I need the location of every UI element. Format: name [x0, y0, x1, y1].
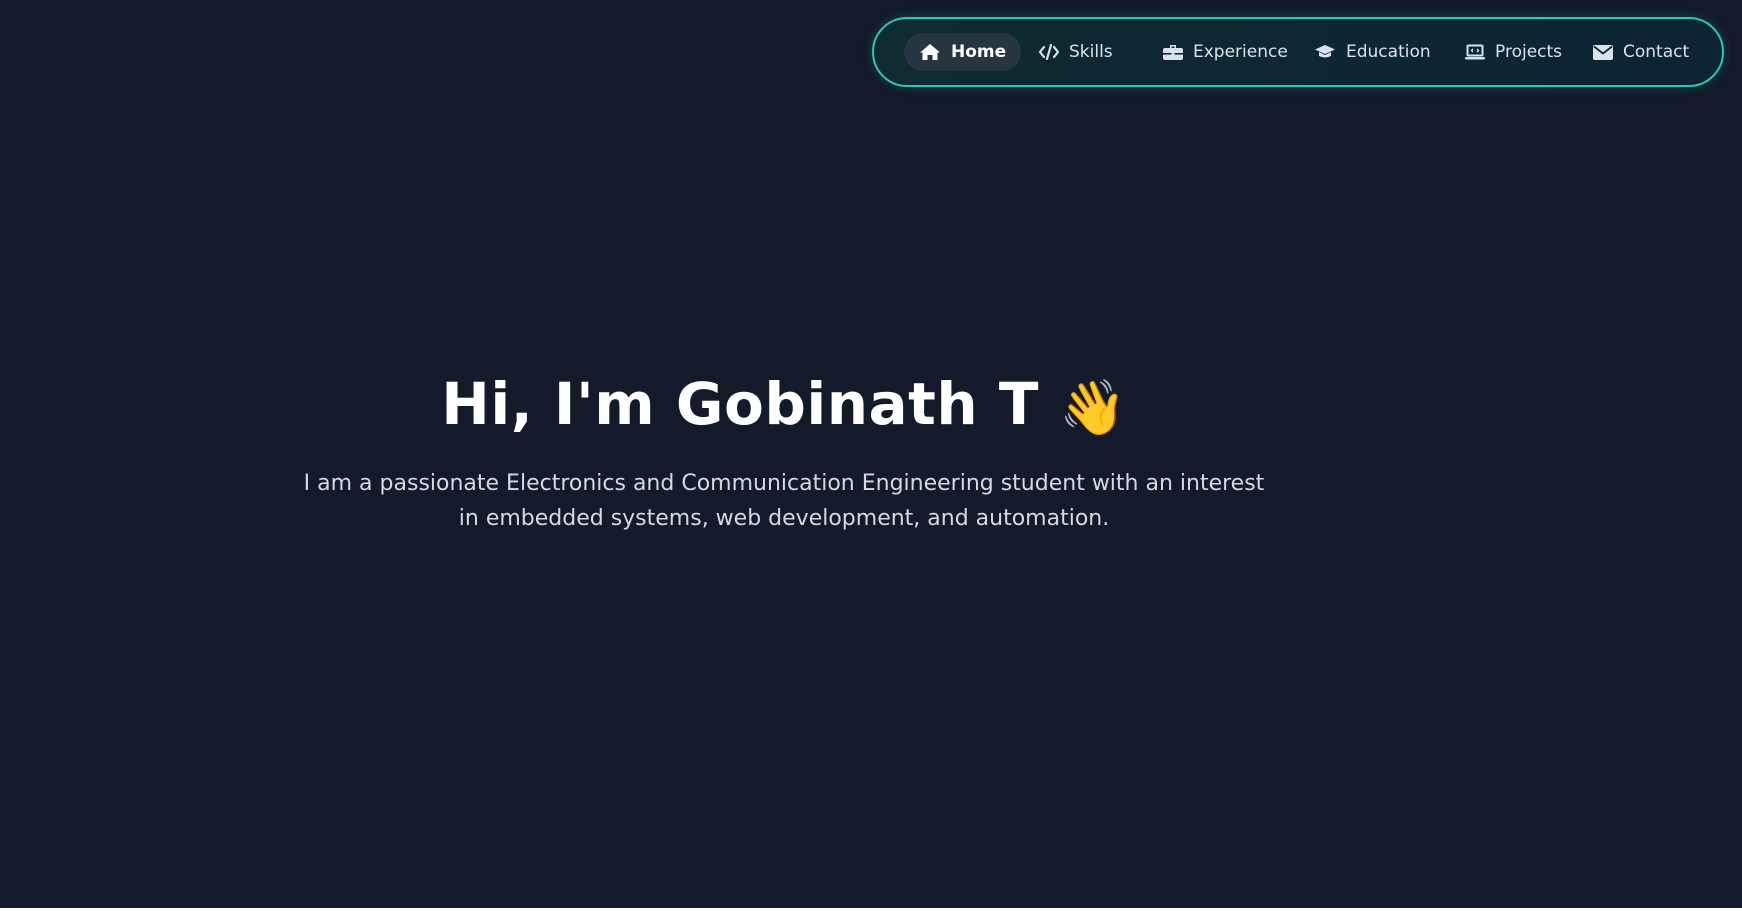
nav-contact[interactable]: Contact: [1578, 33, 1704, 71]
home-icon: [919, 43, 941, 61]
nav-home[interactable]: Home: [904, 33, 1022, 71]
hero-title: Hi, I'm Gobinath T 👋: [0, 370, 1568, 440]
nav-experience[interactable]: Experience: [1148, 33, 1303, 71]
envelope-icon: [1593, 44, 1613, 60]
nav-education-label: Education: [1346, 42, 1431, 62]
graduation-cap-icon: [1314, 44, 1336, 60]
nav-contact-label: Contact: [1623, 42, 1690, 62]
hero-title-text: Hi, I'm Gobinath T: [441, 370, 1039, 438]
laptop-code-icon: [1465, 44, 1485, 61]
nav-home-label: Home: [951, 42, 1007, 62]
nav-education[interactable]: Education: [1299, 33, 1446, 71]
nav-projects-label: Projects: [1495, 42, 1563, 62]
nav-projects[interactable]: Projects: [1450, 33, 1577, 71]
nav-skills-label: Skills: [1069, 42, 1113, 62]
briefcase-icon: [1163, 44, 1183, 61]
waving-hand-icon: 👋: [1058, 376, 1127, 439]
nav-skills[interactable]: Skills: [1024, 33, 1128, 71]
navbar: Home Skills Experience Education Project…: [872, 17, 1724, 87]
code-icon: [1039, 44, 1059, 60]
nav-experience-label: Experience: [1193, 42, 1288, 62]
hero-description: I am a passionate Electronics and Commun…: [303, 471, 1265, 531]
page: Home Skills Experience Education Project…: [0, 0, 1742, 908]
